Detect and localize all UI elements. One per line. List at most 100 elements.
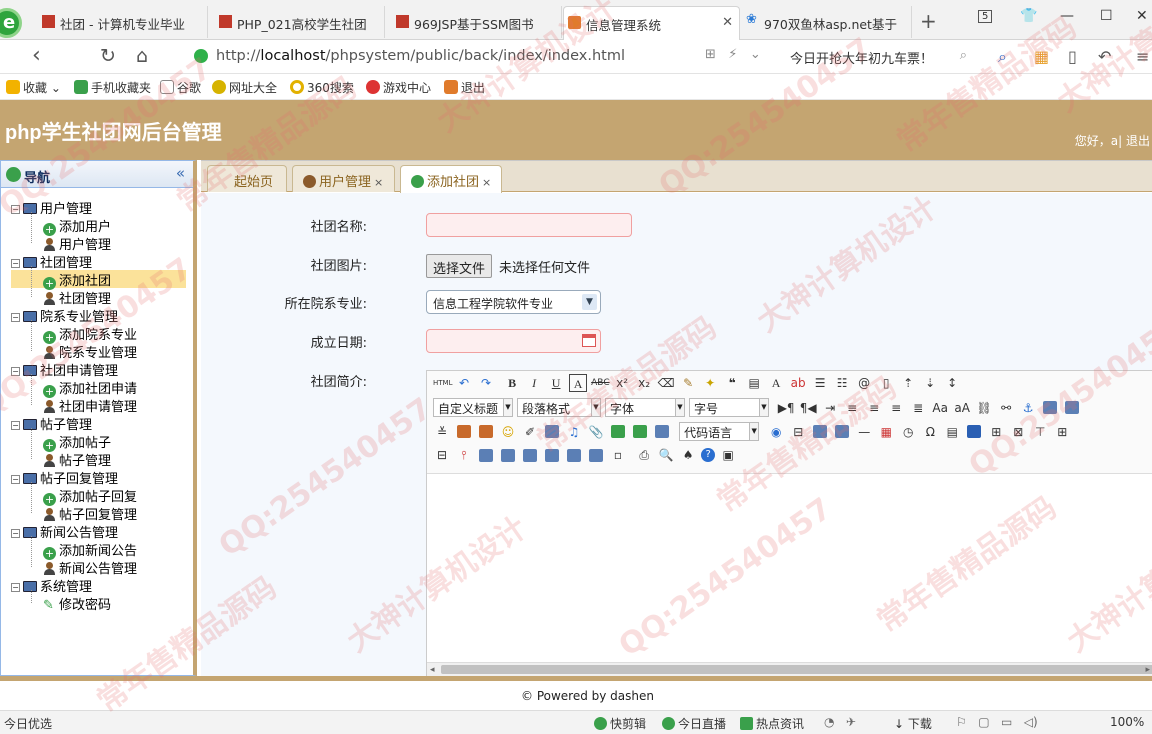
calendar-icon[interactable] <box>582 334 596 347</box>
tab-user-management[interactable]: 用户管理 × <box>292 165 395 192</box>
unordered-list-icon[interactable]: ☷ <box>833 374 851 392</box>
minimize-icon[interactable]: — <box>1060 8 1074 24</box>
collapse-toggle-icon[interactable]: − <box>11 313 20 322</box>
insert-col-icon[interactable]: ⫯ <box>455 446 473 464</box>
sidebar-group[interactable]: − 社团管理 <box>11 252 92 271</box>
choose-file-button[interactable]: 选择文件 <box>426 254 493 278</box>
split-cells-icon[interactable] <box>567 448 581 462</box>
scrawl-icon[interactable]: ✐ <box>521 423 539 441</box>
browser-tab-1[interactable]: 社团 - 计算机专业毕业 <box>38 6 208 38</box>
sidebar-item[interactable]: + 添加新闻公告 <box>43 540 137 560</box>
sidebar-item[interactable]: ✎ 修改密码 <box>43 594 111 613</box>
google-map-icon[interactable] <box>633 425 647 438</box>
emoticon-icon[interactable]: ☺ <box>499 423 517 441</box>
editor-content-area[interactable] <box>427 475 1152 658</box>
sidebar-group[interactable]: − 社团申请管理 <box>11 360 118 379</box>
sidebar-group[interactable]: − 帖子管理 <box>11 414 92 433</box>
auto-format-icon[interactable]: ✦ <box>701 374 719 392</box>
collapse-toggle-icon[interactable]: − <box>11 475 20 484</box>
collapse-toggle-icon[interactable]: − <box>11 259 20 268</box>
video-icon[interactable] <box>545 425 559 438</box>
web-app-icon[interactable]: ◉ <box>767 423 785 441</box>
scroll-right-icon[interactable]: ▸ <box>1145 663 1150 677</box>
align-left-icon[interactable]: ≡ <box>843 399 861 417</box>
sidebar-item[interactable]: 院系专业管理 <box>43 342 137 361</box>
bookmark-360search[interactable]: 360搜索 <box>290 79 354 96</box>
row-spacing-bottom-icon[interactable]: ⇣ <box>921 374 939 392</box>
status-tools[interactable]: ◔ ✈ <box>824 715 856 729</box>
user-greeting[interactable]: 您好，a| 退出 <box>1075 132 1150 149</box>
browser-tab-active[interactable]: 信息管理系统 ✕ <box>563 6 740 41</box>
bookmark-mobile[interactable]: 手机收藏夹 <box>74 79 151 96</box>
strikethrough-icon[interactable]: ABC <box>591 374 609 392</box>
lowercase-icon[interactable]: aA <box>953 399 971 417</box>
insert-row-icon[interactable]: ⊞ <box>1053 423 1071 441</box>
horizontal-rule-icon[interactable]: — <box>855 423 873 441</box>
ordered-list-icon[interactable]: ☰ <box>811 374 829 392</box>
sidebar-group[interactable]: − 帖子回复管理 <box>11 468 118 487</box>
status-news[interactable]: 热点资讯 <box>740 715 804 732</box>
image-float-left-icon[interactable] <box>1065 401 1080 414</box>
select-all-icon[interactable]: @ <box>855 374 873 392</box>
tab-count-badge[interactable]: 5 <box>978 10 993 23</box>
reload-icon[interactable]: ↻ <box>100 45 116 67</box>
sidebar-item[interactable]: + 添加院系专业 <box>43 324 137 344</box>
tab-add-club[interactable]: 添加社团 × <box>400 165 502 193</box>
browser-tab-2[interactable]: PHP_021高校学生社团 <box>215 6 385 38</box>
collapse-toggle-icon[interactable]: − <box>11 529 20 538</box>
map-icon[interactable] <box>611 425 625 438</box>
eraser-icon[interactable]: ⌫ <box>657 374 675 392</box>
url-tools[interactable]: ⊞ ⚡ ⌄ <box>705 47 761 62</box>
collapse-toggle-icon[interactable]: − <box>11 367 20 376</box>
insert-paragraph-icon[interactable]: ⊤ <box>1031 423 1049 441</box>
image-float-none-icon[interactable] <box>1043 401 1058 414</box>
line-height-icon[interactable]: ↕ <box>943 374 961 392</box>
search-replace-icon[interactable]: ♠ <box>679 446 697 464</box>
ltr-icon[interactable]: ▶¶ <box>777 399 795 417</box>
wordimage-icon[interactable] <box>967 425 982 438</box>
superscript-icon[interactable]: x² <box>613 374 631 392</box>
sidebar-item[interactable]: + 添加用户 <box>43 216 111 236</box>
row-spacing-top-icon[interactable]: ⇡ <box>899 374 917 392</box>
unlink-icon[interactable]: ⚯ <box>997 399 1015 417</box>
menu-icon[interactable]: ≡ <box>1136 47 1149 66</box>
home-icon[interactable]: ⌂ <box>136 45 148 67</box>
back-icon[interactable]: ‹ <box>32 43 41 68</box>
undo-icon[interactable]: ↶ <box>455 374 473 392</box>
insert-image-icon[interactable] <box>457 425 471 438</box>
delete-col-icon[interactable] <box>479 448 493 462</box>
search-box[interactable]: 今日开抢大年初九车票！ ⌕ <box>780 44 975 70</box>
html-source-button[interactable]: HTML <box>433 374 452 392</box>
align-right-icon[interactable]: ≡ <box>887 399 905 417</box>
browser-logo-icon[interactable] <box>0 8 22 38</box>
skin-icon[interactable]: 👕 <box>1020 8 1037 24</box>
bookmark-exit[interactable]: 退出 <box>444 79 485 96</box>
special-char-icon[interactable]: Ω <box>921 423 939 441</box>
justify-icon[interactable]: ≣ <box>909 399 927 417</box>
music-icon[interactable]: ♫ <box>565 423 583 441</box>
status-live[interactable]: 今日直播 <box>662 715 726 732</box>
italic-icon[interactable]: I <box>525 374 543 392</box>
search-icon[interactable]: ⌕ <box>960 48 967 63</box>
undo-icon[interactable]: ↶ <box>1098 47 1111 66</box>
sidebar-group[interactable]: − 系统管理 <box>11 576 92 595</box>
browser-tab-3[interactable]: 969JSP基于SSM图书 <box>392 6 562 38</box>
status-quick-edit[interactable]: 快剪辑 <box>594 715 646 732</box>
background-color-icon[interactable]: ab <box>789 374 807 392</box>
founding-date-input[interactable] <box>426 329 601 353</box>
delete-table-icon[interactable]: ⊠ <box>1009 423 1027 441</box>
sidebar-group[interactable]: − 用户管理 <box>11 198 92 217</box>
status-icons[interactable]: ⚐ ▢ ▭ ◁) <box>956 715 1038 729</box>
rtl-icon[interactable]: ¶◀ <box>799 399 817 417</box>
department-select[interactable]: 信息工程学院软件专业 ▼ <box>426 290 601 314</box>
paragraph-dropdown[interactable]: 段落格式 ▼ <box>517 398 601 417</box>
template-icon[interactable] <box>835 425 850 438</box>
sidebar-item[interactable]: 社团管理 <box>43 288 111 307</box>
sidebar-item[interactable]: 帖子管理 <box>43 450 111 469</box>
sidebar-item[interactable]: 新闻公告管理 <box>43 558 137 577</box>
sidebar-item[interactable]: + 添加社团 <box>11 270 186 290</box>
close-window-icon[interactable]: ✕ <box>1136 8 1148 24</box>
sidebar-item[interactable]: 社团申请管理 <box>43 396 137 415</box>
uppercase-icon[interactable]: Aa <box>931 399 949 417</box>
tab-home[interactable]: 起始页 <box>207 165 287 192</box>
